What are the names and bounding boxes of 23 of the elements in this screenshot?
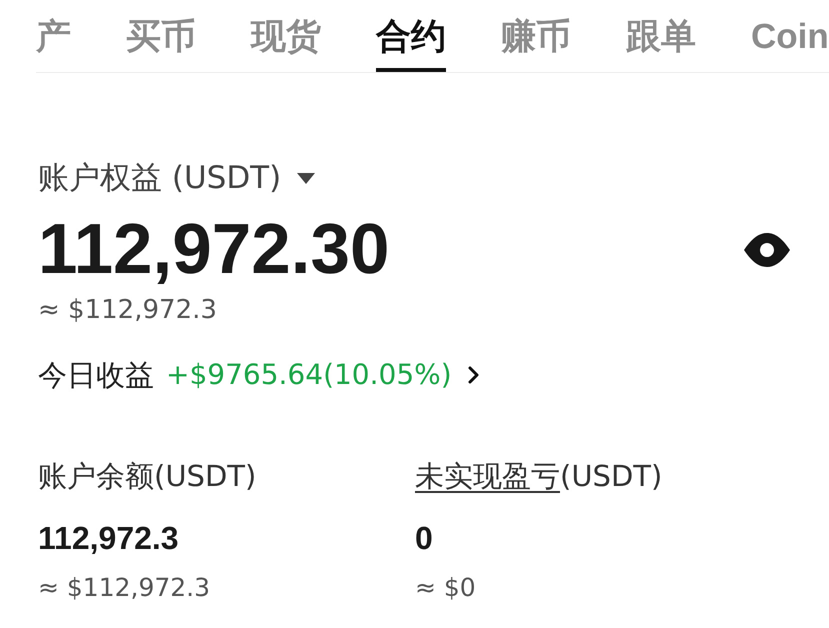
caret-down-icon [297,172,316,184]
equity-value: 112,972.30 [38,212,390,288]
tab[interactable]: 产 [36,0,71,72]
stat-value: 112,972.3 [38,519,179,558]
stat-unit: (USDT) [154,459,256,493]
today-pnl-value: +$9765.64(10.05%) [166,358,452,392]
today-pnl-label: 今日收益 [38,358,154,392]
tab[interactable]: 赚币 [501,0,571,72]
equity-approx-value: ≈ $112,972.3 [38,294,217,326]
tab[interactable]: 跟单 [626,0,696,72]
tab[interactable]: 合约 [376,0,446,72]
chevron-right-icon[interactable] [468,366,479,384]
tab[interactable]: Coin [751,0,829,72]
eye-icon[interactable] [744,233,790,267]
stat-label[interactable]: 未实现盈亏 [415,459,560,493]
stat-unit: (USDT) [560,459,662,493]
stat-value: 0 [415,519,433,558]
stat-label: 账户余额 [38,459,154,493]
tab[interactable]: 买币 [126,0,196,72]
stat-approx-value: ≈ $0 [415,572,476,604]
tab[interactable]: 现货 [251,0,321,72]
equity-dropdown[interactable]: 账户权益 (USDT) [38,160,316,196]
stat-approx-value: ≈ $112,972.3 [38,572,210,604]
